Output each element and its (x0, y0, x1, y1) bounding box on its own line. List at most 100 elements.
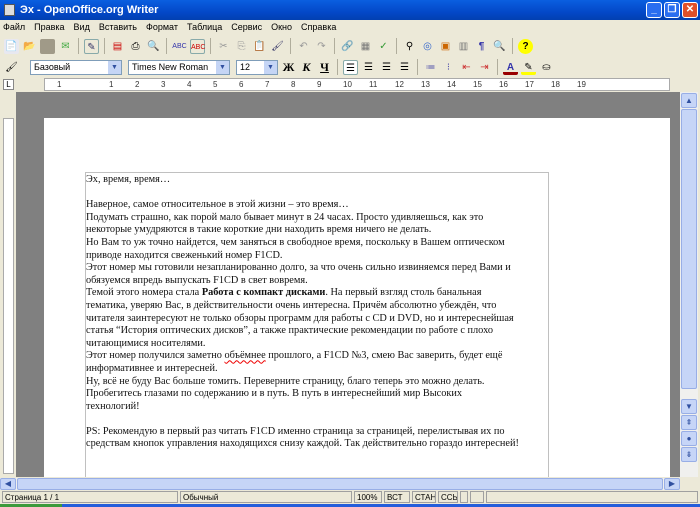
ruler-tick-label: 12 (395, 80, 404, 89)
draw-functions-icon[interactable]: ✓ (376, 39, 391, 54)
gallery-icon[interactable]: ▣ (438, 39, 453, 54)
navigator-icon[interactable]: ◎ (420, 39, 435, 54)
ruler-tick-label: 7 (265, 80, 270, 89)
print-icon[interactable]: ⎙ (128, 39, 143, 54)
undo-icon[interactable]: ↶ (296, 39, 311, 54)
data-sources-icon[interactable]: ▥ (456, 39, 471, 54)
ruler-tick-label: 4 (187, 80, 192, 89)
align-right-icon[interactable]: ☰ (379, 60, 394, 75)
status-modified (460, 491, 468, 503)
minimize-button[interactable]: _ (646, 2, 662, 18)
status-page-style[interactable]: Обычный (180, 491, 352, 503)
background-color-icon[interactable]: ⛀ (539, 60, 554, 75)
vertical-scrollbar[interactable]: ▲ ▼ ⇞ ● ⇟ (680, 92, 698, 477)
menu-insert[interactable]: Вставить (99, 22, 137, 32)
font-color-icon[interactable]: A (503, 60, 518, 75)
ruler-tick-label: 17 (525, 80, 534, 89)
misspelled-word[interactable]: объёмнее (225, 350, 266, 361)
paste-icon[interactable]: 📋 (252, 39, 267, 54)
styles-formatting-icon[interactable]: 🖌 (4, 60, 19, 75)
horizontal-scrollbar[interactable]: ◀ ▶ (0, 478, 680, 490)
ruler-tick-label: 5 (213, 80, 218, 89)
menu-view[interactable]: Вид (74, 22, 90, 32)
ruler-tick-label: 13 (421, 80, 430, 89)
ruler-tick-label: 9 (317, 80, 322, 89)
italic-button[interactable]: К (299, 60, 314, 75)
new-document-icon[interactable]: 📄 (4, 38, 19, 54)
underline-button[interactable]: Ч (317, 60, 332, 75)
status-page: Страница 1 / 1 (2, 491, 178, 503)
status-selection-mode[interactable]: СТАНД (412, 491, 436, 503)
cut-icon[interactable]: ✂ (216, 39, 231, 54)
scroll-down-button[interactable]: ▼ (681, 399, 697, 414)
scroll-up-button[interactable]: ▲ (681, 93, 697, 108)
bold-button[interactable]: Ж (281, 60, 296, 75)
bold-text: Работа с компакт дисками (201, 287, 326, 299)
hyperlink-icon[interactable]: 🔗 (340, 39, 355, 54)
ruler-tick-label: 8 (291, 80, 296, 89)
menu-table[interactable]: Таблица (187, 22, 222, 32)
text-line: Подумать страшно, как порой мало бывает … (86, 211, 484, 223)
page-preview-icon[interactable]: 🔍 (146, 39, 161, 54)
open-icon[interactable]: 📂 (22, 39, 37, 54)
text-line: технологий! (86, 400, 140, 412)
text-line: статья “История оптических дисков”, а та… (86, 325, 493, 337)
menu-tools[interactable]: Сервис (231, 22, 262, 32)
align-center-icon[interactable]: ☰ (361, 60, 376, 75)
status-insert-mode[interactable]: ВСТ (384, 491, 410, 503)
table-icon[interactable]: ▦ (358, 39, 373, 54)
horizontal-ruler[interactable]: 1 1 2 3 4 5 6 7 8 9 10 11 12 13 14 15 16 17 18 19 (44, 78, 670, 91)
format-paintbrush-icon[interactable]: 🖌 (270, 39, 285, 54)
email-icon[interactable]: ✉ (58, 39, 73, 54)
justify-icon[interactable]: ☰ (397, 60, 412, 75)
next-page-button[interactable]: ⇟ (681, 447, 697, 462)
navigation-button[interactable]: ● (681, 431, 697, 446)
menu-format[interactable]: Формат (146, 22, 178, 32)
menu-file[interactable]: Файл (3, 22, 25, 32)
save-icon[interactable] (40, 38, 55, 54)
menu-help[interactable]: Справка (301, 22, 336, 32)
scroll-right-button[interactable]: ▶ (664, 478, 680, 490)
decrease-indent-icon[interactable]: ⇤ (459, 60, 474, 75)
paragraph-style-select[interactable]: Базовый ▼ (30, 59, 122, 75)
ruler-tick-label: 2 (135, 80, 140, 89)
tab-stop-selector[interactable]: L (3, 79, 14, 90)
edit-mode-icon[interactable]: ✎ (84, 38, 99, 54)
increase-indent-icon[interactable]: ⇥ (477, 60, 492, 75)
document-text[interactable]: Эх, время, время… Наверное, самое относи… (86, 174, 519, 451)
previous-page-button[interactable]: ⇞ (681, 415, 697, 430)
text-segment: . На первый взгляд столь банальная (325, 287, 482, 299)
scroll-thumb[interactable] (681, 109, 697, 389)
autospellcheck-icon[interactable]: ABC (190, 38, 205, 54)
status-zoom[interactable]: 100% (354, 491, 382, 503)
formatting-toolbar: 🖌 Базовый ▼ Times New Roman ▼ 12 ▼ Ж К Ч ☰ … (0, 56, 554, 78)
bullets-icon[interactable]: ⁝ (441, 60, 456, 75)
align-left-icon[interactable]: ☰ (343, 59, 358, 75)
scroll-left-button[interactable]: ◀ (0, 478, 16, 490)
status-hyperlink-mode[interactable]: ССЫЛ (438, 491, 458, 503)
numbering-icon[interactable]: ≔ (423, 60, 438, 75)
find-replace-icon[interactable]: ⚲ (402, 39, 417, 54)
standard-toolbar: 📄 📂 ✉ ✎ ▤ ⎙ 🔍 ABC ABC ✂ ⎘ 📋 🖌 ↶ ↷ 🔗 ▦ ✓ … (0, 35, 533, 57)
scroll-thumb[interactable] (17, 478, 663, 490)
text-line: Этот номер получился заметно объёмнее пр… (86, 350, 519, 363)
font-value: Times New Roman (132, 62, 209, 72)
menu-edit[interactable]: Правка (34, 22, 64, 32)
redo-icon[interactable]: ↷ (314, 39, 329, 54)
ruler-tick-label: 15 (473, 80, 482, 89)
restore-button[interactable]: ❐ (664, 2, 680, 18)
menu-window[interactable]: Окно (271, 22, 292, 32)
export-pdf-icon[interactable]: ▤ (110, 39, 125, 54)
text-line: тематика, уверяю Вас, в действительности… (86, 299, 497, 311)
highlight-icon[interactable]: ✎ (521, 60, 536, 75)
font-size-select[interactable]: 12 ▼ (236, 59, 278, 75)
formatting-marks-icon[interactable]: ¶ (474, 39, 489, 54)
ruler-tick-label: 1 (57, 80, 62, 89)
text-line: приводе находится свеженький номер F1CD. (86, 249, 283, 261)
zoom-icon[interactable]: 🔍 (492, 39, 507, 54)
spellcheck-icon[interactable]: ABC (172, 39, 187, 54)
font-name-select[interactable]: Times New Roman ▼ (128, 59, 230, 75)
close-button[interactable]: ✕ (682, 2, 698, 18)
copy-icon[interactable]: ⎘ (234, 39, 249, 54)
help-icon[interactable]: ? (518, 38, 533, 54)
